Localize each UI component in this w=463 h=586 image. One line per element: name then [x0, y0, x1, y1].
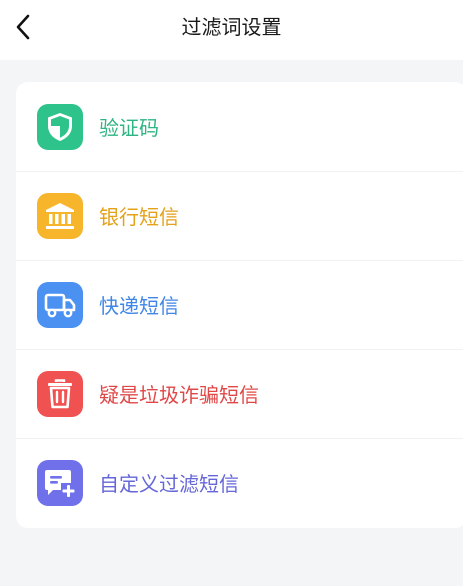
list-item-custom-filter-sms[interactable]: 自定义过滤短信: [16, 438, 463, 527]
truck-icon: [44, 293, 76, 317]
bank-icon: [46, 202, 74, 229]
list-item-label: 银行短信: [99, 205, 179, 229]
list-item-bank-sms[interactable]: 银行短信: [16, 171, 463, 260]
list-item-label: 验证码: [99, 116, 159, 140]
express-sms-icon-tile: [37, 281, 83, 328]
filter-category-list: 验证码 银行短信 快递短信 疑是垃圾诈骗短信 自定义过滤短信: [16, 82, 463, 528]
list-item-label: 自定义过滤短信: [99, 472, 239, 496]
list-item-label: 疑是垃圾诈骗短信: [99, 383, 259, 407]
custom-filter-sms-icon-tile: [37, 459, 83, 506]
trash-icon: [48, 378, 72, 408]
shield-icon: [48, 112, 72, 141]
message-add-icon: [45, 469, 75, 497]
list-item-express-sms[interactable]: 快递短信: [16, 260, 463, 349]
suspected-spam-sms-icon-tile: [37, 370, 83, 417]
page-title: 过滤词设置: [181, 15, 282, 39]
navigation-bar: 过滤词设置: [0, 0, 463, 60]
bank-sms-icon-tile: [37, 192, 83, 239]
list-item-verification-code[interactable]: 验证码: [16, 82, 463, 171]
list-item-label: 快递短信: [99, 294, 179, 318]
list-item-suspected-spam-sms[interactable]: 疑是垃圾诈骗短信: [16, 349, 463, 438]
verification-code-icon-tile: [37, 103, 83, 150]
